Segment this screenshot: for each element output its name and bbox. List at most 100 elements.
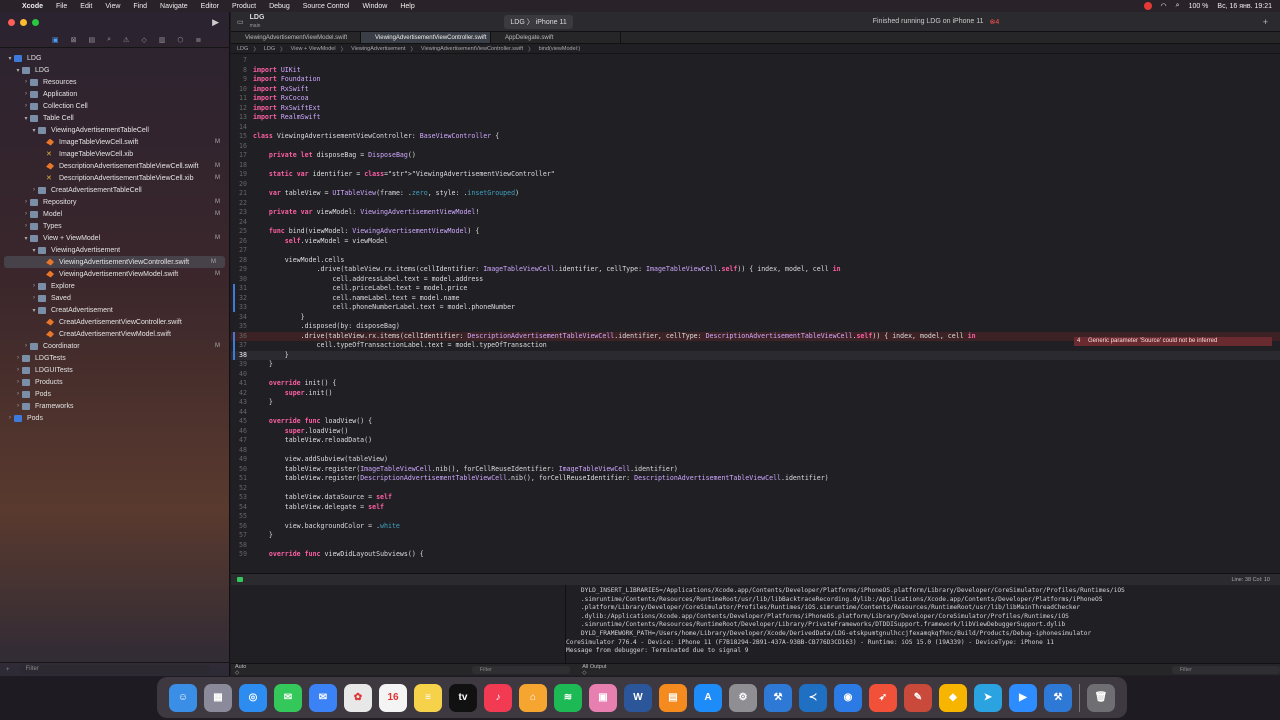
disclosure-icon[interactable]: › <box>22 199 30 205</box>
code-line[interactable]: 46 super.loadView() <box>231 427 1280 437</box>
code-line[interactable]: 57 } <box>231 531 1280 541</box>
mail-icon[interactable]: ✉ <box>309 683 337 712</box>
menu-file[interactable]: File <box>56 3 67 10</box>
code-line[interactable]: 34 } <box>231 313 1280 323</box>
sidebar-item[interactable]: ▾ View + ViewModel M <box>0 232 229 244</box>
sidebar-item[interactable]: CreatAdvertisementViewModel.swift <box>0 328 229 340</box>
symbol-icon[interactable]: ▤ <box>89 36 96 44</box>
code-line[interactable]: 12 import RxSwiftExt <box>231 104 1280 114</box>
navigator-filter-input[interactable]: Filter <box>19 665 210 674</box>
disclosure-icon[interactable]: › <box>14 355 22 361</box>
clock[interactable]: Вс, 16 янв. 19:21 <box>1217 3 1272 10</box>
battery-label[interactable]: 100 % <box>1189 3 1209 10</box>
code-line[interactable]: 54 tableView.delegate = self <box>231 503 1280 513</box>
code-line[interactable]: 38 } <box>231 350 1280 360</box>
disclosure-icon[interactable]: ▾ <box>30 127 38 134</box>
code-line[interactable]: 27 <box>231 246 1280 256</box>
sidebar-toggle-icon[interactable]: ▭ <box>237 18 244 26</box>
breadcrumb-item[interactable]: LDG <box>237 46 248 52</box>
code-line[interactable]: 10 import RxSwift <box>231 85 1280 95</box>
code-line[interactable]: 39 } <box>231 360 1280 370</box>
launchpad-icon[interactable]: ▦ <box>204 683 232 712</box>
cleanmymac-icon[interactable]: ▣ <box>589 683 617 712</box>
code-line[interactable]: 52 <box>231 484 1280 494</box>
breakpoint-icon[interactable]: ⬡ <box>177 36 183 44</box>
sidebar-item[interactable]: › Pods <box>0 412 229 424</box>
tab-viewcontroller[interactable]: ViewingAdvertisementViewController.swift <box>361 32 491 43</box>
test-icon[interactable]: ◇ <box>141 36 146 44</box>
disclosure-icon[interactable]: ▾ <box>6 55 14 62</box>
code-line[interactable]: 8 import UIKit <box>231 66 1280 76</box>
zoom-window-button[interactable] <box>32 18 39 26</box>
error-annotation[interactable]: 4 Generic parameter 'Source' could not be… <box>1074 337 1272 346</box>
code-line[interactable]: 9 import Foundation <box>231 75 1280 85</box>
sidebar-item[interactable]: ✕ DescriptionAdvertisementTableViewCell.x… <box>0 172 229 184</box>
run-button[interactable]: ▶ <box>212 17 219 28</box>
code-line[interactable]: 50 tableView.register(ImageTableViewCell… <box>231 465 1280 475</box>
folder-icon[interactable]: ▣ <box>52 36 59 44</box>
find-icon[interactable]: ⌕ <box>107 36 111 44</box>
code-line[interactable]: 19 static var identifier = class="str">"… <box>231 170 1280 180</box>
code-line[interactable]: 58 <box>231 541 1280 551</box>
disclosure-icon[interactable]: › <box>14 403 22 409</box>
disclosure-icon[interactable]: ▾ <box>14 67 22 74</box>
code-line[interactable]: 32 cell.nameLabel.text = model.name <box>231 294 1280 304</box>
code-line[interactable]: 56 view.backgroundColor = .white <box>231 522 1280 532</box>
code-line[interactable]: 21 var tableView = UITableView(frame: .z… <box>231 189 1280 199</box>
console-filter-input[interactable]: Filter <box>1171 665 1280 674</box>
sidebar-item[interactable]: ImageTableViewCell.swift M <box>0 136 229 148</box>
sidebar-item[interactable]: ✕ ImageTableViewCell.xib <box>0 148 229 160</box>
disclosure-icon[interactable]: › <box>14 379 22 385</box>
ipad-icon[interactable]: ✎ <box>904 683 932 712</box>
disclosure-icon[interactable]: › <box>14 391 22 397</box>
swift-icon[interactable]: ➶ <box>869 683 897 712</box>
variables-filter-input[interactable]: Filter <box>471 665 571 674</box>
disclosure-icon[interactable]: › <box>22 91 30 97</box>
code-line[interactable]: 13 import RealmSwift <box>231 113 1280 123</box>
disclosure-icon[interactable]: › <box>22 223 30 229</box>
sidebar-item[interactable]: › LDGUITests <box>0 364 229 376</box>
code-line[interactable]: 44 <box>231 408 1280 418</box>
code-line[interactable]: 14 <box>231 123 1280 133</box>
code-line[interactable]: 16 <box>231 142 1280 152</box>
search-icon[interactable]: ⌕ <box>1176 2 1180 10</box>
scheme-selector[interactable]: LDG 〉 iPhone 11 <box>504 14 573 29</box>
menu-source-control[interactable]: Source Control <box>303 3 350 10</box>
code-line[interactable]: 15 class ViewingAdvertisementViewControll… <box>231 132 1280 142</box>
code-line[interactable]: 43 } <box>231 398 1280 408</box>
code-line[interactable]: 40 <box>231 370 1280 380</box>
menu-editor[interactable]: Editor <box>201 3 219 10</box>
sidebar-item[interactable]: › Products <box>0 376 229 388</box>
report-icon[interactable]: ≣ <box>195 36 201 44</box>
finder-icon[interactable]: ☺ <box>169 683 197 712</box>
code-line[interactable]: 33 cell.phoneNumberLabel.text = model.ph… <box>231 303 1280 313</box>
add-icon[interactable]: + <box>6 667 10 673</box>
tab-appdelegate[interactable]: AppDelegate.swift <box>491 32 621 43</box>
console-output-select[interactable]: All Output ◇ <box>582 664 611 676</box>
minimize-window-button[interactable] <box>20 18 27 26</box>
sidebar-item[interactable]: › Repository M <box>0 196 229 208</box>
code-line[interactable]: 22 <box>231 199 1280 209</box>
safari-icon[interactable]: ◎ <box>239 683 267 712</box>
sidebar-item[interactable]: › Application <box>0 88 229 100</box>
sidebar-item[interactable]: ▾ LDG <box>0 64 229 76</box>
breadcrumb-item[interactable]: ViewingAdvertisementViewController.swift <box>421 46 523 52</box>
code-line[interactable]: 24 <box>231 218 1280 228</box>
code-line[interactable]: 42 super.init() <box>231 389 1280 399</box>
disclosure-icon[interactable]: ▾ <box>30 247 38 254</box>
library-add-icon[interactable]: + <box>1263 17 1268 27</box>
sidebar-item[interactable]: › Pods <box>0 388 229 400</box>
code-line[interactable]: 48 <box>231 446 1280 456</box>
issue-icon[interactable]: ⚠ <box>123 36 129 44</box>
code-line[interactable]: 28 viewModel.cells <box>231 256 1280 266</box>
debug-area-toggle-icon[interactable] <box>237 577 243 582</box>
code-line[interactable]: 29 .drive(tableView.rx.items(cellIdentif… <box>231 265 1280 275</box>
code-line[interactable]: 30 cell.addressLabel.text = model.addres… <box>231 275 1280 285</box>
code-line[interactable]: 41 override init() { <box>231 379 1280 389</box>
variables-scope-select[interactable]: Auto ◇ <box>235 664 252 676</box>
home-icon[interactable]: ⌂ <box>519 683 547 712</box>
source-control-icon[interactable]: ⊠ <box>71 36 77 44</box>
photos-icon[interactable]: ✿ <box>344 683 372 712</box>
breadcrumb-item[interactable]: View + ViewModel <box>291 46 336 52</box>
xcode-icon[interactable]: ⚒ <box>764 683 792 712</box>
